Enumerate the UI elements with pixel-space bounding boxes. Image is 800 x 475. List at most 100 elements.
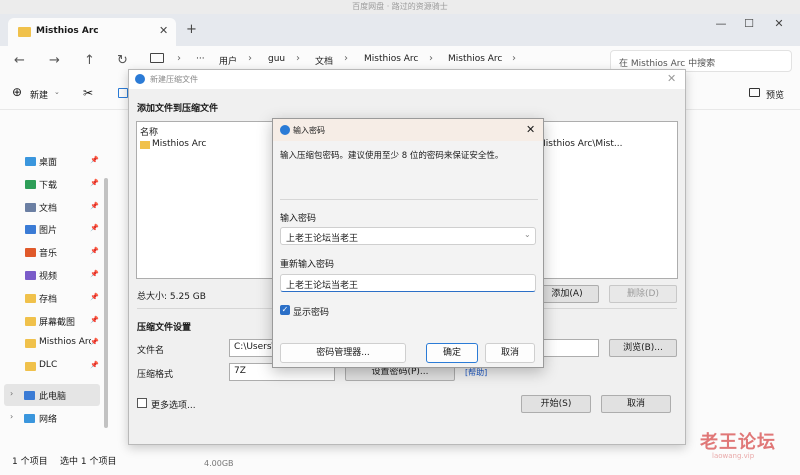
download-icon — [25, 180, 36, 189]
show-password-checkbox[interactable]: ✓ — [280, 305, 290, 315]
breadcrumb-users[interactable]: 用户 — [219, 54, 237, 67]
status-bar: 1 个项目 选中 1 个项目 4.00GB — [0, 454, 800, 475]
pin-icon[interactable]: 📌 — [90, 247, 99, 255]
sidebar-item[interactable]: 图片 — [39, 223, 91, 236]
sidebar-item[interactable]: 音乐 — [39, 246, 91, 259]
file-list-path: Misthios Arc\Mist... — [538, 139, 623, 149]
preview-pane-icon[interactable] — [749, 88, 760, 97]
app-logo-icon — [135, 74, 145, 84]
more-options-checkbox[interactable] — [137, 398, 147, 408]
chevron-right-icon: › — [344, 53, 348, 64]
pin-icon[interactable]: 📌 — [90, 316, 99, 324]
chevron-right-icon: › — [177, 53, 181, 64]
password-input[interactable]: 上老王论坛当老王 — [280, 227, 536, 245]
watermark-url: laowang.vip — [712, 452, 755, 460]
chevron-right-icon[interactable]: › — [10, 389, 13, 398]
more-crumbs-icon[interactable]: ··· — [196, 54, 205, 64]
pin-icon[interactable]: 📌 — [90, 224, 99, 232]
forward-arrow-icon[interactable]: → — [49, 53, 60, 68]
folder-icon — [25, 339, 36, 348]
size-hint: 4.00GB — [204, 459, 234, 468]
sidebar-item[interactable]: 存档 — [39, 292, 91, 305]
delete-button[interactable]: 删除(D) — [609, 285, 677, 303]
pin-icon[interactable]: 📌 — [90, 338, 99, 346]
password-dialog: 输入密码 ✕ 输入压缩包密码。建议使用至少 8 位的密码来保证安全性。 输入密码… — [272, 118, 544, 368]
cancel-button[interactable]: 取消 — [601, 395, 671, 413]
nav-this-pc[interactable]: 此电脑 — [39, 389, 66, 402]
pin-icon[interactable]: 📌 — [90, 156, 99, 164]
app-title-strip: 百度网盘 · 路过的资源骑士 — [0, 0, 800, 14]
password-dialog-titlebar: 输入密码 ✕ — [273, 119, 543, 141]
minimize-button[interactable]: — — [706, 17, 736, 30]
pin-icon[interactable]: 📌 — [90, 179, 99, 187]
dialog-titlebar: 新建压缩文件 ✕ — [129, 70, 685, 89]
desktop-icon — [25, 157, 36, 166]
close-window-button[interactable]: ✕ — [764, 17, 794, 30]
confirm-password-label: 重新输入密码 — [280, 260, 335, 270]
start-button[interactable]: 开始(S) — [521, 395, 591, 413]
videos-icon — [25, 271, 36, 280]
add-button[interactable]: 添加(A) — [535, 285, 599, 303]
close-icon[interactable]: ✕ — [667, 72, 676, 85]
show-password-label[interactable]: 显示密码 — [293, 305, 329, 318]
breadcrumb-misthios-arc-sub[interactable]: Misthios Arc — [448, 54, 502, 64]
new-tab-button[interactable]: + — [186, 22, 197, 37]
documents-icon — [25, 203, 36, 212]
close-tab-icon[interactable]: ✕ — [159, 24, 168, 37]
password-manager-button[interactable]: 密码管理器... — [280, 343, 406, 363]
refresh-icon[interactable]: ↻ — [117, 53, 128, 68]
pin-icon[interactable]: 📌 — [90, 202, 99, 210]
item-count: 1 个项目 — [12, 457, 48, 467]
pin-icon[interactable]: 📌 — [90, 361, 99, 369]
total-size: 总大小: 5.25 GB — [137, 292, 206, 302]
breadcrumb-misthios-arc[interactable]: Misthios Arc — [364, 54, 418, 64]
cut-icon[interactable]: ✂ — [83, 86, 93, 100]
chevron-right-icon: › — [296, 53, 300, 64]
sidebar-item[interactable]: 文档 — [39, 201, 91, 214]
sidebar-item[interactable]: DLC — [39, 360, 91, 370]
network-icon — [24, 414, 35, 423]
sidebar-item[interactable]: 屏幕截图 — [39, 315, 91, 328]
folder-icon — [140, 141, 150, 149]
monitor-icon[interactable] — [150, 53, 164, 63]
sidebar-item[interactable]: 桌面 — [39, 155, 91, 168]
sidebar-item[interactable]: 下载 — [39, 178, 91, 191]
help-link[interactable]: [帮助] — [465, 367, 487, 378]
sidebar-item[interactable]: Misthios Arc — [39, 337, 91, 347]
chevron-down-icon[interactable]: ⌄ — [54, 88, 60, 96]
chevron-right-icon: › — [512, 53, 516, 64]
pin-icon[interactable]: 📌 — [90, 293, 99, 301]
chevron-right-icon[interactable]: › — [10, 412, 13, 421]
copy-icon[interactable] — [118, 88, 128, 98]
chevron-right-icon: › — [429, 53, 433, 64]
pin-icon[interactable]: 📌 — [90, 270, 99, 278]
tab-misthios-arc[interactable]: Misthios Arc ✕ — [8, 18, 176, 46]
sidebar-scrollbar[interactable] — [104, 178, 108, 428]
browse-button[interactable]: 浏览(B)... — [609, 339, 677, 357]
up-arrow-icon[interactable]: ↑ — [84, 53, 95, 68]
more-options-label[interactable]: 更多选项... — [151, 398, 196, 411]
maximize-button[interactable]: ☐ — [734, 17, 764, 30]
preview-button[interactable]: 预览 — [766, 88, 784, 101]
sidebar-item[interactable]: 视频 — [39, 269, 91, 282]
section-settings: 压缩文件设置 — [137, 323, 192, 333]
chevron-right-icon: › — [248, 53, 252, 64]
confirm-password-input[interactable]: 上老王论坛当老王 — [280, 274, 536, 292]
new-button[interactable]: 新建 — [30, 88, 48, 101]
folder-icon — [25, 294, 36, 303]
watermark-logo: 老王论坛 — [700, 432, 776, 453]
column-name-header[interactable]: 名称 — [140, 125, 158, 138]
breadcrumb-guu[interactable]: guu — [268, 54, 285, 64]
tab-bar: Misthios Arc ✕ + — ☐ ✕ — [0, 14, 800, 46]
close-icon[interactable]: ✕ — [526, 123, 535, 136]
ok-button[interactable]: 确定 — [426, 343, 478, 363]
cancel-button[interactable]: 取消 — [485, 343, 535, 363]
chevron-down-icon[interactable]: ⌄ — [524, 230, 531, 239]
breadcrumb-documents[interactable]: 文档 — [315, 54, 333, 67]
file-list-item[interactable]: Misthios Arc — [152, 139, 206, 149]
nav-network[interactable]: 网络 — [39, 412, 57, 425]
app-logo-icon — [280, 125, 290, 135]
selected-count: 选中 1 个项目 — [60, 457, 117, 467]
back-arrow-icon[interactable]: ← — [14, 53, 25, 68]
divider — [280, 199, 538, 200]
